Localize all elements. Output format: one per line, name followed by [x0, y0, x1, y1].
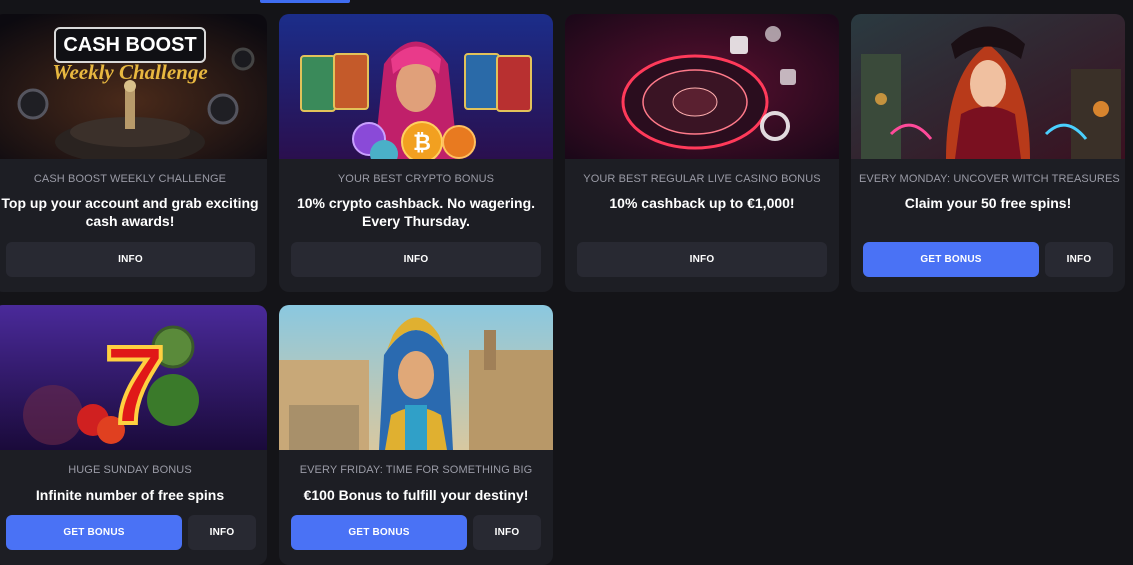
- svg-text:₿: ₿: [413, 130, 431, 155]
- get-bonus-button[interactable]: GET BONUS: [291, 515, 467, 550]
- info-button[interactable]: INFO: [473, 515, 541, 550]
- card-headline: Claim your 50 free spins!: [904, 195, 1072, 211]
- card-subtitle: EVERY FRIDAY: TIME FOR SOMETHING BIG: [299, 464, 533, 476]
- card-headline: 10% crypto cashback. No wagering. Every …: [296, 195, 536, 229]
- friday-bonus-banner-image: [279, 305, 553, 450]
- promo-card-cash-boost: CASH BOOST Weekly Challenge CASH BOOST W…: [0, 14, 267, 292]
- card-subtitle: HUGE SUNDAY BONUS: [68, 464, 192, 476]
- card-subtitle: CASH BOOST WEEKLY CHALLENGE: [33, 173, 227, 185]
- witch-treasures-banner-image: [851, 14, 1125, 159]
- promo-card-crypto: ₿ YOUR BEST CRYPTO BONUS 10% crypto cash…: [279, 14, 553, 292]
- weekly-challenge-art-text: Weekly Challenge: [52, 60, 208, 84]
- card-headline: 10% cashback up to €1,000!: [609, 195, 795, 211]
- info-button[interactable]: INFO: [6, 242, 255, 277]
- get-bonus-button[interactable]: GET BONUS: [6, 515, 182, 550]
- active-tab-indicator: [260, 0, 350, 3]
- card-headline: Top up your account and grab exciting ca…: [1, 195, 259, 229]
- card-subtitle: YOUR BEST REGULAR LIVE CASINO BONUS: [583, 173, 821, 185]
- info-button[interactable]: INFO: [577, 242, 827, 277]
- promo-card-sunday-bonus: 7 HUGE SUNDAY BONUS Infinite number of f…: [0, 305, 267, 565]
- svg-text:7: 7: [104, 324, 165, 447]
- promo-card-live-casino: YOUR BEST REGULAR LIVE CASINO BONUS 10% …: [565, 14, 839, 292]
- card-headline: €100 Bonus to fulfill your destiny!: [303, 487, 529, 503]
- cash-boost-art-label: CASH BOOST: [63, 34, 197, 56]
- promo-card-friday-bonus: EVERY FRIDAY: TIME FOR SOMETHING BIG €10…: [279, 305, 553, 565]
- live-casino-banner-image: [565, 14, 839, 159]
- card-subtitle: EVERY MONDAY: UNCOVER WITCH TREASURES: [859, 173, 1120, 185]
- crypto-bonus-banner-image: ₿: [279, 14, 553, 159]
- promo-card-witch-treasures: EVERY MONDAY: UNCOVER WITCH TREASURES Cl…: [851, 14, 1125, 292]
- get-bonus-button[interactable]: GET BONUS: [863, 242, 1039, 277]
- info-button[interactable]: INFO: [1045, 242, 1113, 277]
- info-button[interactable]: INFO: [291, 242, 541, 277]
- cash-boost-banner-image: CASH BOOST Weekly Challenge: [0, 14, 267, 159]
- card-subtitle: YOUR BEST CRYPTO BONUS: [337, 173, 495, 185]
- card-headline: Infinite number of free spins: [35, 487, 225, 503]
- sunday-bonus-banner-image: 7: [0, 305, 267, 450]
- info-button[interactable]: INFO: [188, 515, 256, 550]
